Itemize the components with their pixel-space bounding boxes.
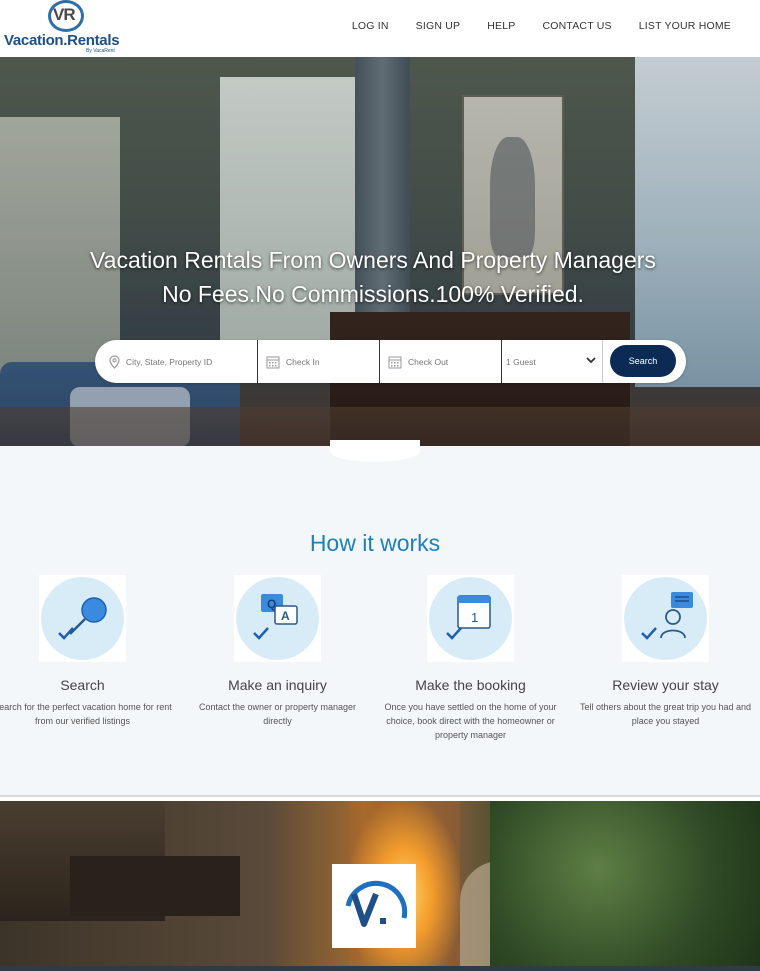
main-nav: LOG IN SIGN UP HELP CONTACT US LIST YOUR… [352, 20, 731, 32]
banner-table [70, 856, 240, 916]
step-description: Tell others about the great trip you had… [579, 702, 752, 726]
nav-signup-link[interactable]: SIGN UP [416, 20, 461, 32]
how-it-works-title: How it works [309, 530, 441, 556]
brand-v-logo-icon [345, 880, 408, 927]
checkout-field [380, 340, 502, 383]
logo-text: Vacation.Rentals [4, 32, 120, 49]
hero-banner: Vacation Rentals From Owners And Propert… [0, 57, 760, 446]
step-review: Review your stay Tell others about the g… [568, 575, 760, 728]
site-header: VR Vacation.Rentals By VacaRent LOG IN S… [0, 0, 760, 57]
hero-title-line1: Vacation Rentals From Owners And Propert… [90, 247, 656, 273]
chat-inquiry-icon: Q A [252, 593, 298, 640]
nav-login-link[interactable]: LOG IN [352, 20, 389, 32]
banner-bush [490, 801, 760, 971]
calendar-icon [388, 356, 402, 368]
logo-mark: VR [53, 5, 76, 24]
step-title: Review your stay [612, 677, 719, 693]
how-it-works-section: How it works Search Search for the perfe… [0, 464, 760, 796]
checkout-input[interactable] [408, 356, 488, 367]
guests-field: 1 Guest [502, 340, 603, 383]
location-pin-icon [109, 354, 120, 369]
chevron-down-icon [586, 357, 596, 364]
logo-subtext: By VacaRent [86, 48, 115, 54]
step-inquiry: Q A Make an inquiry Contact the owner or… [180, 575, 375, 728]
step-icon-box: Q A [234, 575, 321, 662]
banner-notch [371, 797, 377, 801]
search-button[interactable]: Search [610, 345, 676, 377]
search-bar: 1 Guest Search [95, 340, 686, 383]
brand-badge [332, 864, 416, 948]
hero-title: Vacation Rentals From Owners And Propert… [0, 243, 746, 311]
step-booking: 1 Make the booking Once you have settled… [373, 575, 568, 742]
site-logo[interactable]: VR Vacation.Rentals By VacaRent [4, 0, 129, 57]
calendar-booking-icon: 1 [445, 594, 491, 640]
step-icon-box: 1 [427, 575, 514, 662]
step-title: Make the booking [415, 677, 526, 693]
step-search: Search Search for the perfect vacation h… [0, 575, 180, 728]
nav-contact-link[interactable]: CONTACT US [542, 20, 611, 32]
step-description: Contact the owner or property manager di… [198, 702, 357, 726]
checkin-input[interactable] [286, 356, 366, 367]
step-title: Make an inquiry [228, 677, 327, 693]
section-rule [0, 795, 760, 797]
svg-text:A: A [281, 609, 290, 623]
step-icon-box [39, 575, 126, 662]
search-magnifier-icon [57, 596, 107, 640]
banner-bottom-strip [0, 966, 760, 971]
hero-title-line2: No Fees.No Commissions.100% Verified. [162, 281, 584, 307]
svg-text:1: 1 [471, 610, 478, 625]
step-title: Search [60, 677, 105, 693]
location-input[interactable] [126, 356, 246, 367]
nav-list-home-link[interactable]: LIST YOUR HOME [639, 20, 731, 32]
divider-notch [330, 440, 420, 462]
review-person-icon [640, 591, 693, 640]
step-description: Search for the perfect vacation home for… [0, 702, 172, 726]
step-description: Once you have settled on the home of you… [384, 702, 557, 740]
checkin-field [258, 340, 380, 383]
nav-help-link[interactable]: HELP [487, 20, 515, 32]
location-field [95, 340, 258, 383]
calendar-icon [266, 356, 280, 368]
step-icon-box [622, 575, 709, 662]
